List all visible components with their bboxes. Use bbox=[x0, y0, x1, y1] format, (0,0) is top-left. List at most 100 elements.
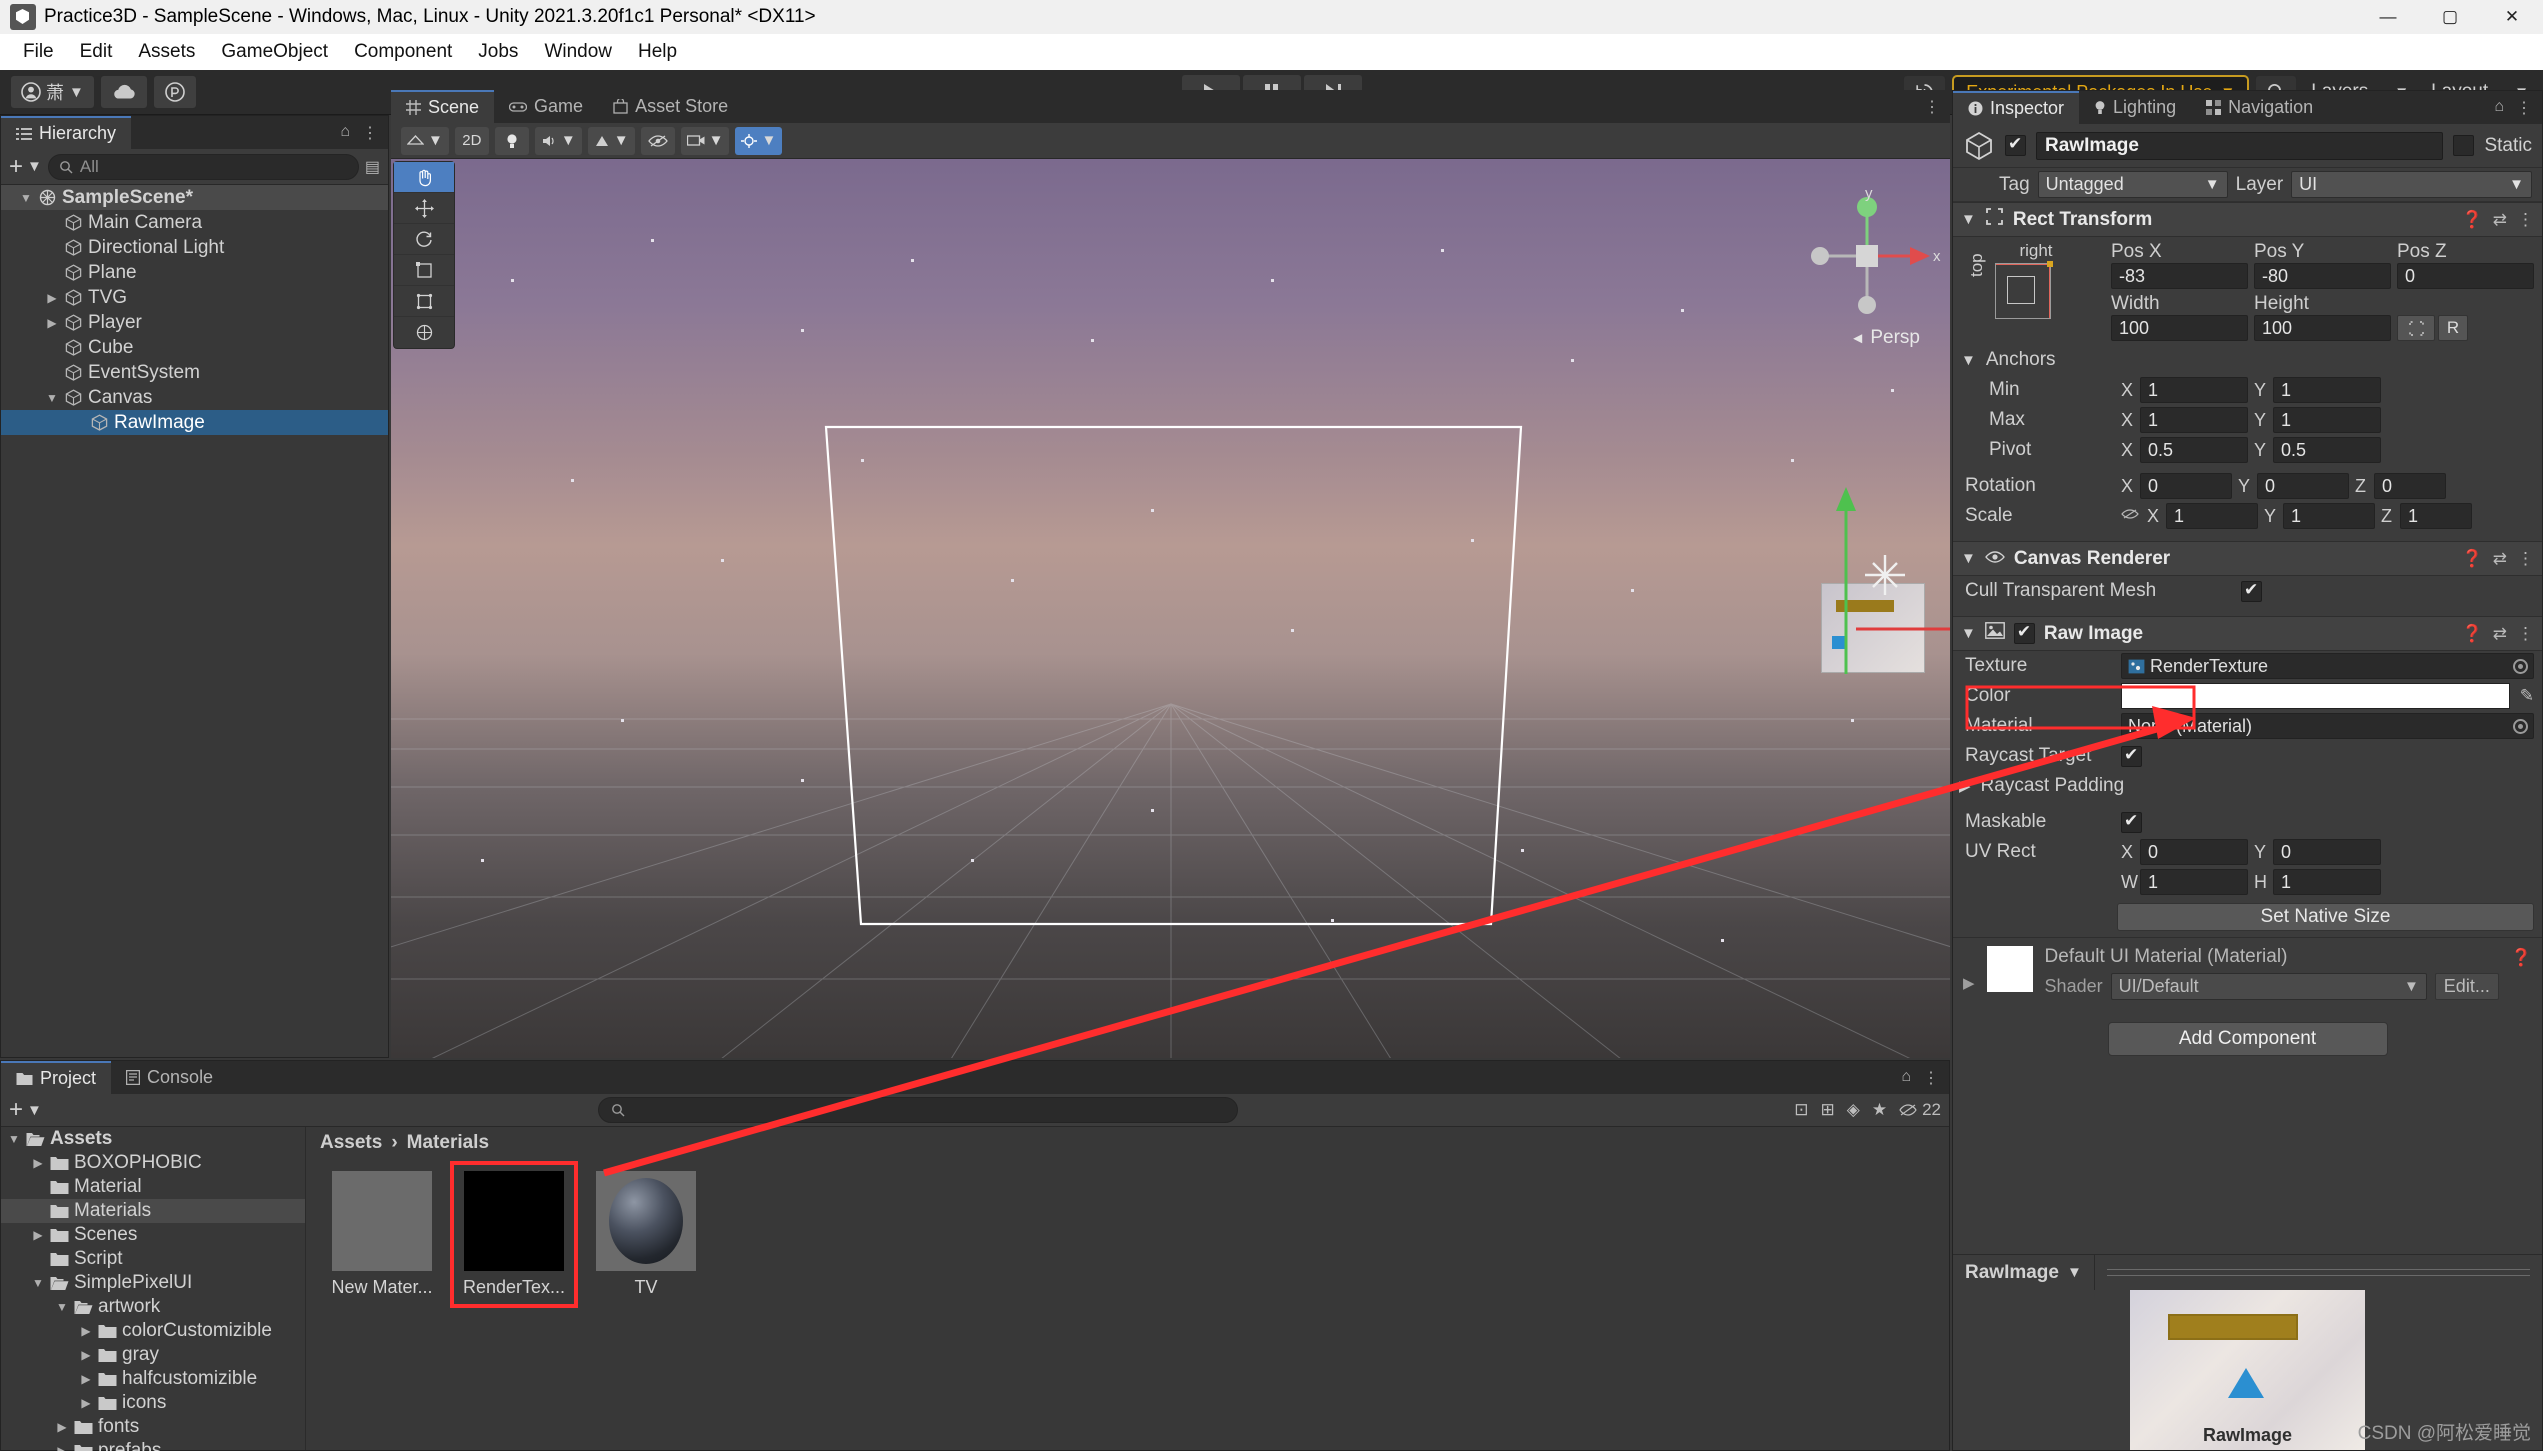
scene-camera-settings[interactable]: ▼ bbox=[680, 126, 730, 155]
scale-y-field[interactable]: 1 bbox=[2283, 503, 2375, 529]
hierarchy-item-canvas[interactable]: ▼ Canvas bbox=[1, 385, 388, 410]
object-enabled-checkbox[interactable] bbox=[2005, 134, 2026, 156]
height-field[interactable]: 100 bbox=[2254, 315, 2391, 341]
chevron-right-icon[interactable]: ▶ bbox=[45, 291, 59, 305]
project-filter-type-icon[interactable]: ⊞ bbox=[1821, 1100, 1835, 1120]
hierarchy-item-tvg[interactable]: ▶ TVG bbox=[1, 285, 388, 310]
scale-x-field[interactable]: 1 bbox=[2166, 503, 2258, 529]
tab-hierarchy[interactable]: Hierarchy bbox=[1, 116, 132, 149]
hierarchy-sort-icon[interactable]: ▤ bbox=[365, 157, 380, 177]
pos-y-field[interactable]: -80 bbox=[2254, 263, 2391, 289]
chevron-down-icon[interactable]: ▼ bbox=[1961, 550, 1976, 567]
hierarchy-item-plane[interactable]: ▶Plane bbox=[1, 260, 388, 285]
add-component-button[interactable]: Add Component bbox=[2107, 1022, 2388, 1056]
rect-tool-button[interactable] bbox=[394, 286, 454, 317]
object-picker-icon[interactable] bbox=[2513, 658, 2528, 674]
move-tool-button[interactable] bbox=[394, 193, 454, 224]
pivot-x-field[interactable]: 0.5 bbox=[2140, 437, 2248, 463]
uv-rect-w-field[interactable]: 1 bbox=[2140, 869, 2248, 895]
constrain-proportions-icon[interactable] bbox=[2121, 505, 2139, 527]
width-field[interactable]: 100 bbox=[2111, 315, 2248, 341]
chevron-down-icon[interactable]: ▼ bbox=[31, 1276, 45, 1290]
tab-scene[interactable]: Scene bbox=[391, 90, 495, 123]
hierarchy-lock-icon[interactable]: ⌂ bbox=[340, 123, 350, 143]
chevron-right-icon[interactable]: ▶ bbox=[1963, 946, 1975, 992]
menu-jobs[interactable]: Jobs bbox=[465, 37, 531, 67]
hierarchy-item-samplescene[interactable]: ▼ SampleScene* bbox=[1, 185, 388, 210]
project-folder-prefabs[interactable]: ▶ prefabs bbox=[1, 1439, 305, 1451]
eyedropper-icon[interactable]: ✎ bbox=[2520, 686, 2534, 706]
transform-tool-button[interactable] bbox=[394, 317, 454, 348]
project-folder-script[interactable]: ▶Script bbox=[1, 1247, 305, 1271]
account-button[interactable]: 萧 ▼ bbox=[10, 75, 95, 109]
menu-icon[interactable]: ⋮ bbox=[2517, 624, 2534, 644]
layer-dropdown[interactable]: UI ▼ bbox=[2291, 171, 2532, 198]
rotate-tool-button[interactable] bbox=[394, 224, 454, 255]
pos-z-field[interactable]: 0 bbox=[2397, 263, 2534, 289]
preset-icon[interactable]: ⇄ bbox=[2493, 549, 2507, 569]
breadcrumb-materials[interactable]: Materials bbox=[407, 1132, 489, 1154]
shader-dropdown[interactable]: UI/Default ▼ bbox=[2110, 973, 2427, 1000]
hierarchy-item-rawimage[interactable]: ▶RawImage bbox=[1, 410, 388, 435]
project-add-button[interactable]: + ▼ bbox=[9, 1096, 42, 1124]
scene-lighting-toggle[interactable] bbox=[494, 126, 529, 155]
raycast-padding-foldout[interactable]: ▶ Raycast Padding bbox=[1953, 771, 2542, 801]
project-folder-simplepixelui[interactable]: ▼ SimplePixelUI bbox=[1, 1271, 305, 1295]
maskable-checkbox[interactable] bbox=[2121, 811, 2142, 833]
tab-console[interactable]: Console bbox=[111, 1061, 229, 1094]
project-folder-artwork[interactable]: ▼ artwork bbox=[1, 1295, 305, 1319]
object-name-field[interactable]: RawImage bbox=[2036, 131, 2444, 160]
close-button[interactable]: ✕ bbox=[2481, 0, 2543, 34]
project-folder-fonts[interactable]: ▶ fonts bbox=[1, 1415, 305, 1439]
chevron-down-icon[interactable]: ▼ bbox=[19, 191, 33, 205]
component-header-raw-image[interactable]: ▼ Raw Image ❓ ⇄ ⋮ bbox=[1953, 616, 2542, 651]
asset-item-render-texture[interactable]: RenderTex... bbox=[450, 1161, 578, 1308]
preset-icon[interactable]: ⇄ bbox=[2493, 624, 2507, 644]
raw-image-enabled-checkbox[interactable] bbox=[2013, 622, 2035, 644]
project-folder-gray[interactable]: ▶ gray bbox=[1, 1343, 305, 1367]
minimize-button[interactable]: — bbox=[2357, 0, 2419, 34]
edit-shader-button[interactable]: Edit... bbox=[2434, 973, 2499, 1000]
scene-persp-label[interactable]: ◄ Persp bbox=[1850, 327, 1920, 349]
asset-item-new-material[interactable]: New Mater... bbox=[328, 1171, 436, 1298]
move-gizmo[interactable] bbox=[1761, 479, 1950, 719]
tab-asset-store[interactable]: Asset Store bbox=[598, 90, 744, 123]
rotation-x-field[interactable]: 0 bbox=[2140, 473, 2232, 499]
inspector-menu-icon[interactable]: ⋮ bbox=[2516, 98, 2532, 118]
component-header-canvas-renderer[interactable]: ▼ Canvas Renderer ❓ ⇄ ⋮ bbox=[1953, 541, 2542, 576]
project-folder-icons[interactable]: ▶ icons bbox=[1, 1391, 305, 1415]
menu-help[interactable]: Help bbox=[625, 37, 690, 67]
help-icon[interactable]: ❓ bbox=[2462, 624, 2483, 644]
raw-edit-mode-button[interactable]: R bbox=[2438, 315, 2468, 341]
chevron-down-icon[interactable]: ▼ bbox=[7, 1132, 21, 1146]
chevron-right-icon[interactable]: ▶ bbox=[79, 1396, 93, 1410]
chevron-down-icon[interactable]: ▼ bbox=[1961, 211, 1976, 228]
texture-object-field[interactable]: RenderTexture bbox=[2121, 653, 2534, 679]
component-header-rect-transform[interactable]: ▼ Rect Transform ❓ ⇄ ⋮ bbox=[1953, 202, 2542, 237]
project-folder-materials[interactable]: ▶Materials bbox=[1, 1199, 305, 1223]
project-search-input[interactable] bbox=[598, 1097, 1239, 1123]
menu-file[interactable]: File bbox=[10, 37, 67, 67]
hierarchy-item-eventsystem[interactable]: ▶EventSystem bbox=[1, 360, 388, 385]
hand-tool-button[interactable] bbox=[394, 162, 454, 193]
project-folder-material[interactable]: ▶Material bbox=[1, 1175, 305, 1199]
scale-tool-button[interactable] bbox=[394, 255, 454, 286]
project-folder-boxophobic[interactable]: ▶ BOXOPHOBIC bbox=[1, 1151, 305, 1175]
help-icon[interactable]: ❓ bbox=[2462, 549, 2483, 569]
uv-rect-h-field[interactable]: 1 bbox=[2273, 869, 2381, 895]
menu-edit[interactable]: Edit bbox=[67, 37, 126, 67]
object-picker-icon[interactable] bbox=[2513, 718, 2528, 734]
hierarchy-item-main-camera[interactable]: ▶Main Camera bbox=[1, 210, 388, 235]
scene-audio-toggle[interactable]: ▼ bbox=[534, 126, 582, 155]
tab-lighting[interactable]: Lighting bbox=[2079, 91, 2192, 124]
tab-navigation[interactable]: Navigation bbox=[2191, 91, 2329, 124]
chevron-down-icon[interactable]: ▼ bbox=[1961, 625, 1976, 642]
menu-icon[interactable]: ⋮ bbox=[2517, 549, 2534, 569]
chevron-right-icon[interactable]: ▶ bbox=[55, 1420, 69, 1434]
hierarchy-search-input[interactable]: All bbox=[47, 153, 359, 180]
menu-component[interactable]: Component bbox=[341, 37, 465, 67]
project-lock-icon[interactable]: ⌂ bbox=[1901, 1068, 1911, 1088]
scene-gizmos-toggle[interactable]: ▼ bbox=[735, 126, 783, 155]
material-object-field[interactable]: None (Material) bbox=[2121, 713, 2534, 739]
anchor-max-y-field[interactable]: 1 bbox=[2273, 407, 2381, 433]
